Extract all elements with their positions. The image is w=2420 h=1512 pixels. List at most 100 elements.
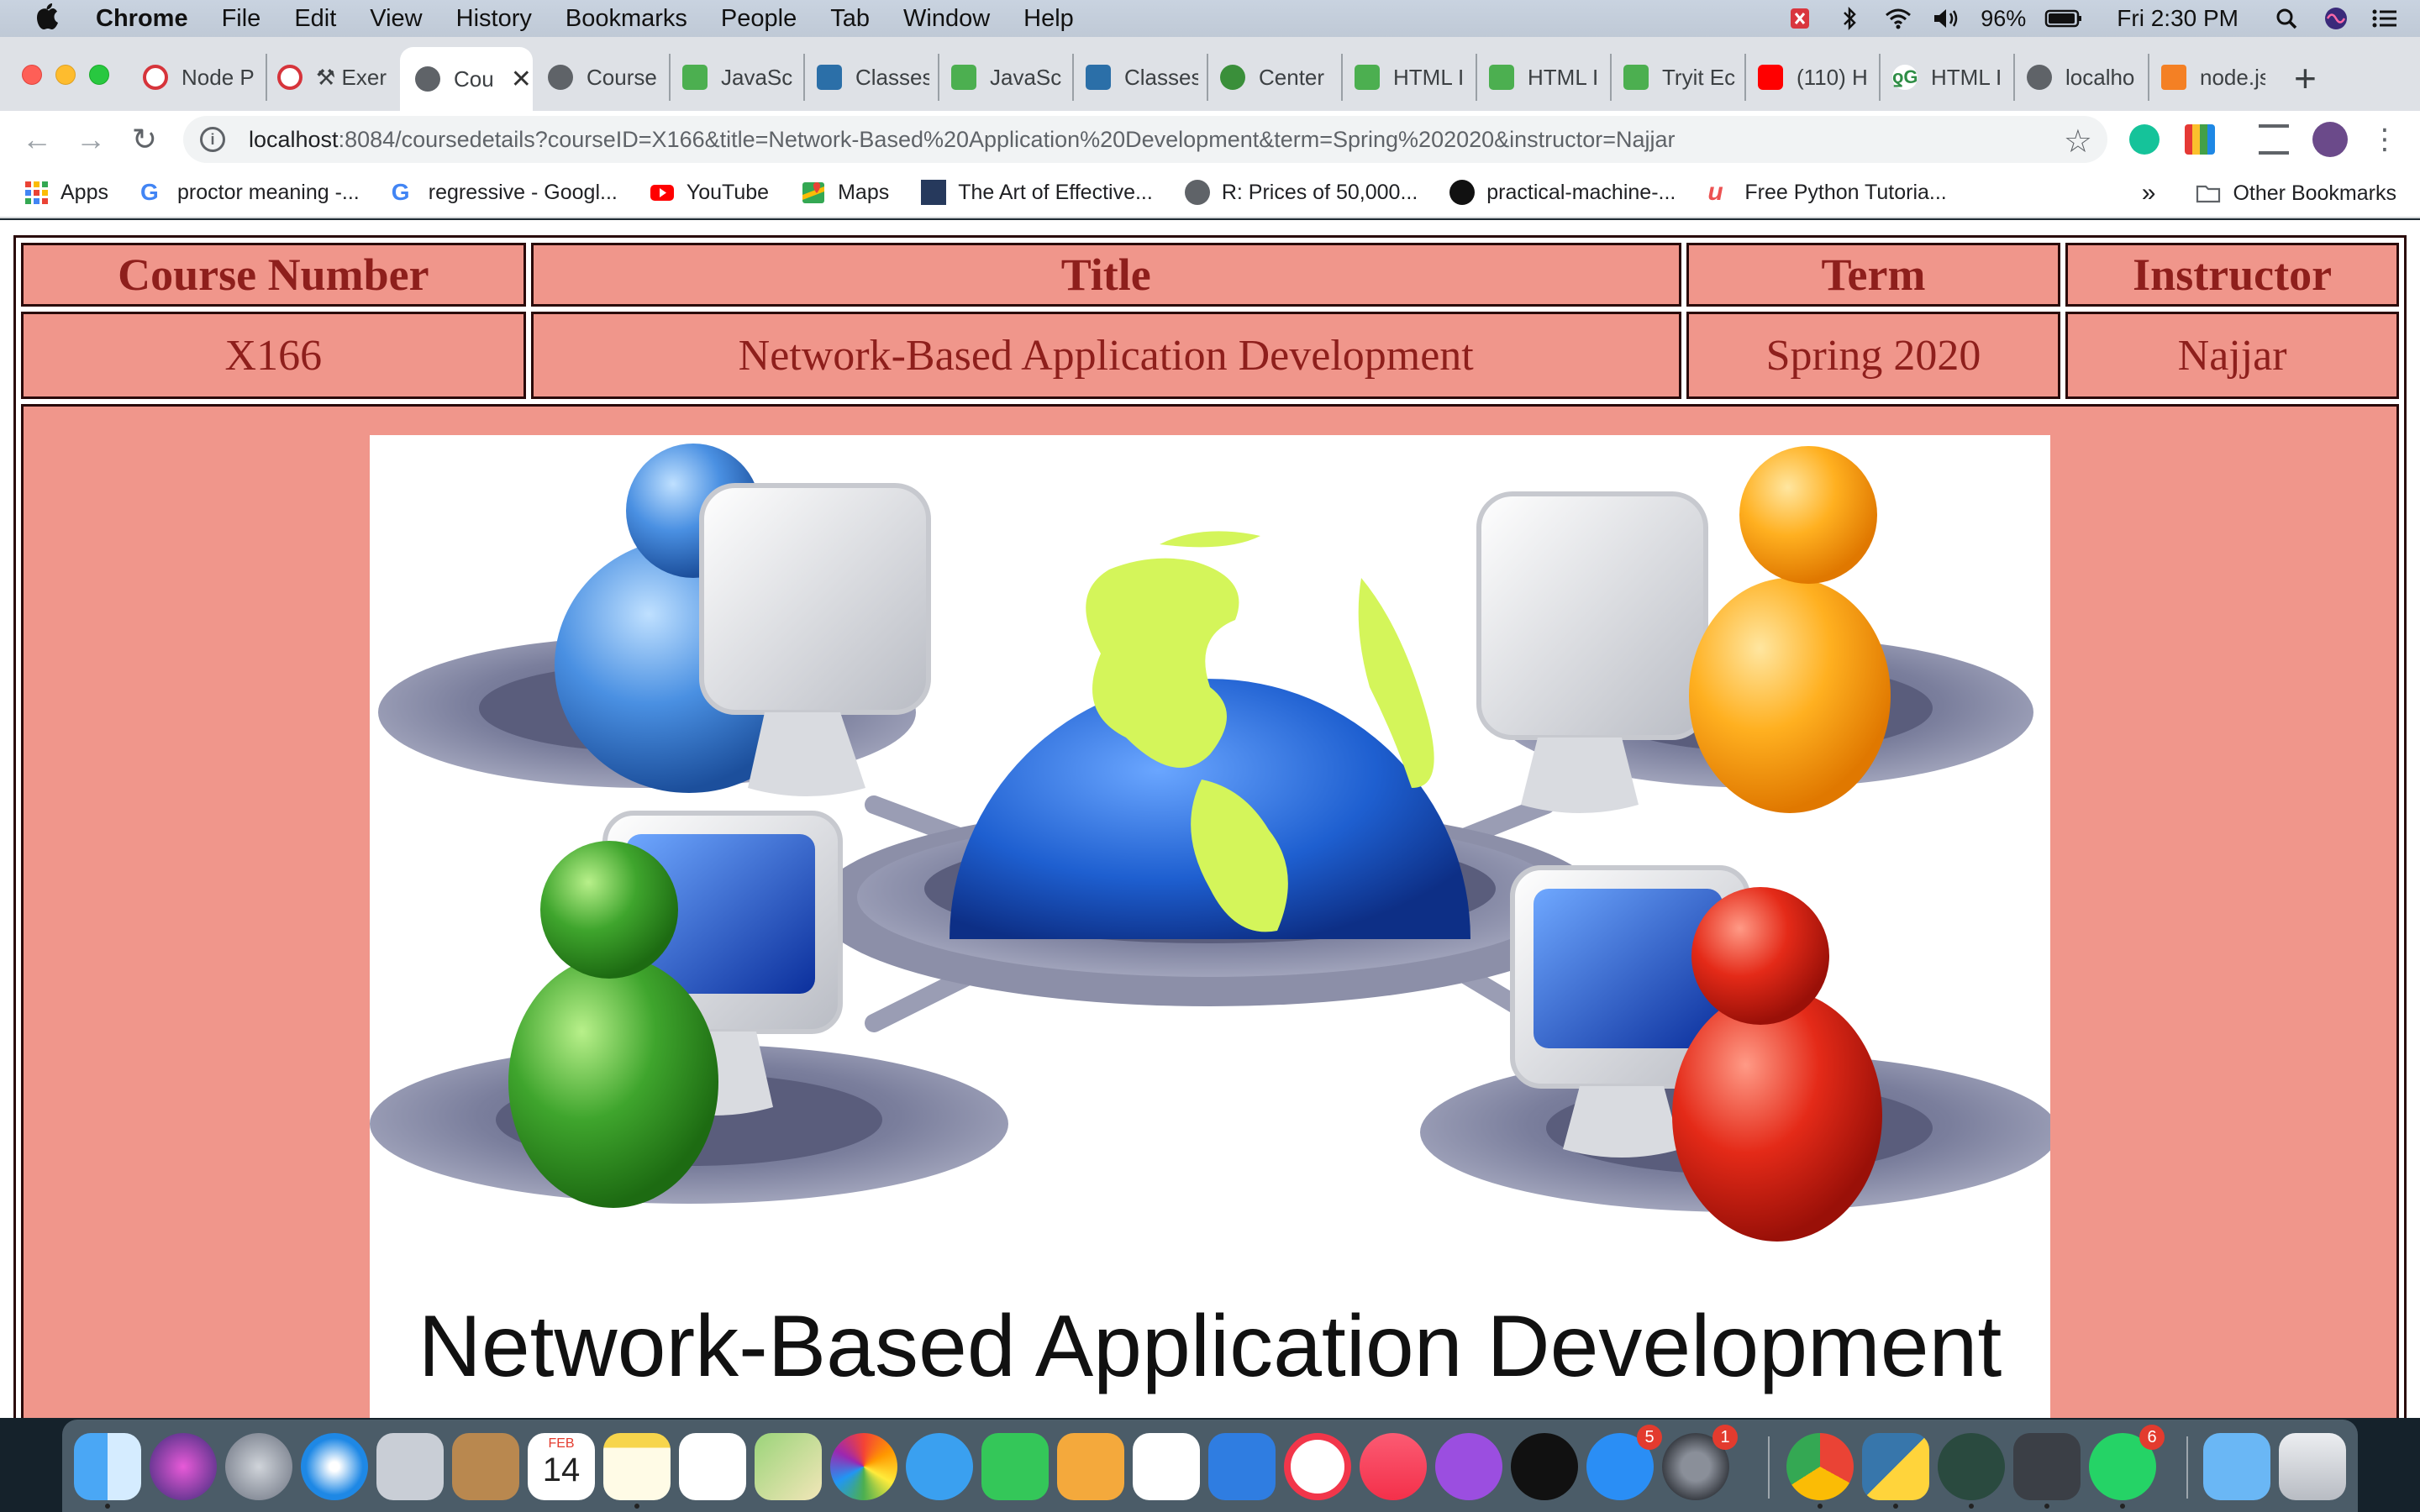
grammarly-icon[interactable] — [2129, 124, 2160, 155]
notes-icon[interactable] — [603, 1433, 671, 1500]
facetime-icon[interactable] — [981, 1433, 1049, 1500]
wifi-icon[interactable] — [1883, 6, 1913, 31]
tab[interactable]: Classes — [1072, 54, 1198, 101]
tab-label: Cou — [454, 66, 494, 92]
tab[interactable]: (110) H — [1744, 54, 1870, 101]
chrome-icon[interactable] — [1786, 1433, 1854, 1500]
downloads-folder-icon[interactable] — [2203, 1433, 2270, 1500]
siri-icon[interactable] — [2321, 6, 2351, 31]
tab-active[interactable]: Cou ✕ — [400, 47, 533, 111]
music-icon[interactable] — [1360, 1433, 1427, 1500]
tab[interactable]: ⚒ Exer — [266, 54, 392, 101]
tab[interactable]: ƍG HTML I — [1879, 54, 2005, 101]
menu-people[interactable]: People — [721, 5, 797, 33]
menu-app-name[interactable]: Chrome — [96, 5, 188, 33]
keynote-icon[interactable] — [1208, 1433, 1276, 1500]
status-area: 96% Fri 2:30 PM — [1786, 0, 2400, 37]
system-preferences-icon[interactable]: 1 — [1662, 1425, 1738, 1500]
calendar-icon[interactable]: FEB 14 — [528, 1433, 595, 1500]
news-icon[interactable] — [1284, 1433, 1351, 1500]
reload-button[interactable]: ↻ — [128, 123, 161, 156]
other-bookmarks-folder[interactable]: Other Bookmarks — [2196, 181, 2396, 206]
colorpick-extension-icon[interactable] — [2185, 124, 2215, 155]
site-info-icon[interactable]: i — [200, 127, 225, 152]
numbers-icon[interactable] — [1133, 1433, 1200, 1500]
spotlight-search-icon[interactable] — [2272, 6, 2302, 31]
tab[interactable]: JavaSc — [669, 54, 795, 101]
podcasts-icon[interactable] — [1435, 1433, 1502, 1500]
bookmark-item[interactable]: The Art of Effective... — [921, 180, 1153, 205]
bookmark-item[interactable]: u Free Python Tutoria... — [1707, 180, 1946, 205]
tab[interactable]: Center — [1207, 54, 1333, 101]
bookmark-item[interactable]: practical-machine-... — [1449, 180, 1676, 205]
new-tab-button[interactable]: + — [2294, 59, 2317, 97]
menu-file[interactable]: File — [222, 5, 261, 33]
bookmark-star-icon[interactable]: ☆ — [2064, 123, 2092, 160]
header-title: Title — [530, 243, 1681, 307]
globe-icon — [1184, 180, 1210, 205]
apple-tv-icon[interactable] — [1511, 1433, 1578, 1500]
bookmark-item[interactable]: YouTube — [650, 180, 769, 205]
apple-menu-icon[interactable] — [34, 3, 62, 34]
messages-icon[interactable] — [906, 1433, 973, 1500]
mail-eagle-icon[interactable] — [376, 1433, 444, 1500]
trash-icon[interactable] — [2279, 1433, 2346, 1500]
address-url[interactable]: localhost:8084/coursedetails?courseID=X1… — [249, 127, 1675, 153]
sublime-text-icon[interactable] — [2013, 1433, 2081, 1500]
reading-list-icon[interactable] — [2259, 124, 2289, 155]
atom-icon[interactable] — [1938, 1433, 2005, 1500]
tab-close-icon[interactable]: ✕ — [511, 65, 532, 94]
contacts-icon[interactable] — [452, 1433, 519, 1500]
volume-icon[interactable] — [1932, 6, 1962, 31]
folder-icon — [2196, 185, 2221, 203]
bluetooth-icon[interactable] — [1834, 6, 1865, 31]
battery-icon[interactable] — [2044, 6, 2083, 31]
menu-window[interactable]: Window — [903, 5, 990, 33]
window-zoom-button[interactable] — [89, 65, 109, 85]
launchpad-icon[interactable] — [225, 1433, 292, 1500]
menu-bookmarks[interactable]: Bookmarks — [566, 5, 687, 33]
menu-history[interactable]: History — [456, 5, 532, 33]
reminders-icon[interactable] — [679, 1433, 746, 1500]
maps-icon[interactable] — [755, 1433, 822, 1500]
tab[interactable]: Tryit Ec — [1610, 54, 1736, 101]
tab[interactable]: JavaSc — [938, 54, 1064, 101]
safari-icon[interactable] — [301, 1433, 368, 1500]
finder-icon[interactable] — [74, 1433, 141, 1500]
tab[interactable]: Classes — [803, 54, 929, 101]
photos-icon[interactable] — [830, 1433, 897, 1500]
tab[interactable]: node.js — [2148, 54, 2265, 101]
bookmark-item[interactable]: Maps — [801, 180, 889, 205]
bookmarks-overflow-button[interactable]: » — [2142, 179, 2156, 207]
notification-center-icon[interactable] — [2370, 6, 2400, 31]
menu-clock[interactable]: Fri 2:30 PM — [2117, 5, 2238, 32]
pages-icon[interactable] — [1057, 1433, 1124, 1500]
bookmark-item[interactable]: G proctor meaning -... — [140, 180, 360, 205]
youtube-icon — [1758, 65, 1783, 90]
window-minimize-button[interactable] — [55, 65, 76, 85]
app-store-icon[interactable]: 5 — [1586, 1425, 1662, 1500]
chrome-menu-icon[interactable]: ⋮ — [2368, 123, 2402, 156]
forward-button[interactable]: → — [74, 123, 108, 156]
tab[interactable]: Node P — [143, 54, 256, 101]
whatsapp-icon[interactable]: 6 — [2089, 1425, 2165, 1500]
back-button[interactable]: ← — [20, 123, 54, 156]
siri-icon[interactable] — [150, 1433, 217, 1500]
menu-edit[interactable]: Edit — [294, 5, 336, 33]
bookmark-apps[interactable]: Apps — [24, 180, 108, 205]
tab[interactable]: localho — [2013, 54, 2139, 101]
bookmark-item[interactable]: R: Prices of 50,000... — [1184, 180, 1418, 205]
menu-view[interactable]: View — [370, 5, 422, 33]
google-icon: G — [139, 179, 159, 205]
tab[interactable]: Course — [548, 54, 661, 101]
window-close-button[interactable] — [22, 65, 42, 85]
bookmark-item[interactable]: G regressive - Googl... — [392, 180, 618, 205]
app-status-icon[interactable] — [1786, 6, 1816, 31]
tab[interactable]: HTML I — [1476, 54, 1602, 101]
python-icon[interactable] — [1862, 1433, 1929, 1500]
menu-help[interactable]: Help — [1023, 5, 1074, 33]
profile-avatar[interactable] — [2312, 122, 2348, 157]
address-bar[interactable]: i localhost:8084/coursedetails?courseID=… — [183, 116, 2107, 163]
tab[interactable]: HTML I — [1341, 54, 1467, 101]
menu-tab[interactable]: Tab — [830, 5, 870, 33]
